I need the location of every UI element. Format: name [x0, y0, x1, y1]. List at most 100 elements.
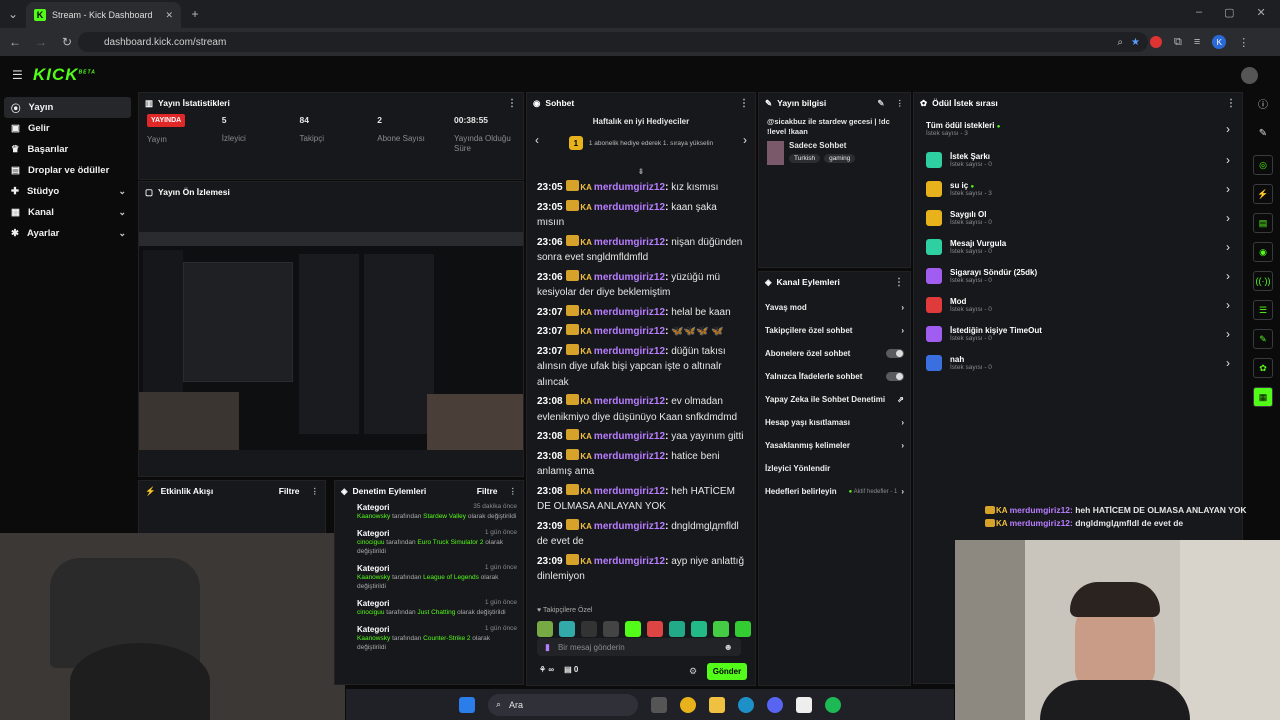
filter-button[interactable]: Filtre — [477, 486, 498, 496]
reward-item[interactable]: Mesajı Vurgula İstek sayısı - 0 › — [914, 232, 1242, 261]
chat-username[interactable]: merdumgiriz12 — [594, 272, 665, 283]
rail-rewards-icon[interactable]: ✿ — [1253, 358, 1273, 378]
task-view-icon[interactable] — [651, 696, 667, 713]
mod-user[interactable]: Kaanowsky — [357, 513, 390, 520]
extension-icon[interactable] — [1150, 36, 1162, 48]
tab-list-icon[interactable]: ⌄ — [6, 7, 20, 21]
bookmark-star-icon[interactable]: ★ — [1131, 37, 1140, 48]
rail-stats-icon[interactable]: ◎ — [1253, 155, 1273, 175]
sidebar-item-kanal[interactable]: ▦ Kanal ⌄ — [0, 202, 136, 223]
emoji-icon[interactable]: ☻ — [724, 642, 733, 652]
mod-user[interactable]: cinociguu — [357, 539, 384, 546]
emote-icon[interactable] — [669, 621, 685, 637]
mod-game[interactable]: Counter-Strike 2 — [423, 635, 470, 642]
points-icon[interactable]: ⚘ ∞ — [539, 665, 554, 674]
action-banned-words[interactable]: Yasaklanmış kelimeler › — [759, 434, 910, 457]
more-options-icon[interactable]: ⋮ — [509, 486, 518, 497]
stream-preview-video[interactable] — [139, 232, 523, 450]
chat-username[interactable]: merdumgiriz12 — [594, 556, 665, 567]
mod-user[interactable]: Kaanowsky — [357, 635, 390, 642]
rail-broadcast-icon[interactable]: ((·)) — [1253, 271, 1273, 291]
chat-username[interactable]: merdumgiriz12 — [594, 346, 665, 357]
mod-game[interactable]: Euro Truck Simulator 2 — [417, 539, 483, 546]
sidebar-item-droplar[interactable]: ▤ Droplar ve ödüller — [0, 160, 136, 181]
emote-icon[interactable] — [581, 621, 597, 637]
sidebar-item-basarilar[interactable]: ♛ Başarılar — [0, 139, 136, 160]
rail-activity-icon[interactable]: ⚡ — [1253, 184, 1273, 204]
mod-game[interactable]: Just Chatting — [417, 609, 455, 616]
send-button[interactable]: Gönder — [707, 663, 747, 680]
file-explorer-icon[interactable] — [709, 696, 725, 713]
chrome-icon[interactable] — [680, 696, 696, 713]
reload-icon[interactable]: ↻ — [60, 35, 74, 49]
emote-icon[interactable] — [537, 621, 553, 637]
emote-icon[interactable] — [735, 621, 751, 637]
edge-icon[interactable] — [738, 696, 754, 713]
chevron-right-icon[interactable]: › — [743, 133, 747, 147]
close-tab-icon[interactable]: ✕ — [165, 10, 173, 21]
chat-input[interactable]: ▮ Bir mesaj gönderin ☻ — [537, 638, 741, 656]
chat-username[interactable]: merdumgiriz12 — [594, 307, 665, 318]
kick-logo[interactable]: KICKBETA — [33, 65, 96, 85]
more-options-icon[interactable]: ⋮ — [894, 277, 904, 288]
maximize-icon[interactable]: ▢ — [1224, 6, 1234, 19]
mic-icon[interactable]: ▮ — [545, 642, 550, 653]
rail-wrench-icon[interactable]: ✎ — [1253, 329, 1273, 349]
rail-add-icon[interactable]: ▦ — [1253, 387, 1273, 407]
address-bar[interactable]: dashboard.kick.com/stream ⌕ ★ — [78, 32, 1148, 52]
chat-username[interactable]: merdumgiriz12 — [594, 182, 665, 193]
emote-icon[interactable] — [559, 621, 575, 637]
sidebar-item-ayarlar[interactable]: ✱ Ayarlar ⌄ — [0, 223, 136, 244]
reward-item[interactable]: Sigarayı Söndür (25dk) İstek sayısı - 0 › — [914, 261, 1242, 290]
reward-item[interactable]: Mod İstek sayısı - 0 › — [914, 290, 1242, 319]
action-slow-mode[interactable]: Yavaş mod › — [759, 296, 910, 319]
emote-icon[interactable] — [713, 621, 729, 637]
reward-item[interactable]: İstediğin kişiye TimeOut İstek sayısı - 0… — [914, 319, 1242, 348]
rail-notes-icon[interactable]: ▤ — [1253, 213, 1273, 233]
more-options-icon[interactable]: ⋮ — [1226, 98, 1236, 109]
chat-username[interactable]: merdumgiriz12 — [594, 396, 665, 407]
sidebar-item-yayin[interactable]: ⦿ Yayın — [4, 97, 131, 118]
more-options-icon[interactable]: ⋮ — [311, 486, 320, 497]
chat-username[interactable]: merdumgiriz12 — [594, 326, 665, 337]
chat-username[interactable]: merdumgiriz12 — [594, 451, 665, 462]
close-window-icon[interactable]: ✕ — [1257, 6, 1266, 19]
emote-icon[interactable] — [625, 621, 641, 637]
action-ai-moderation[interactable]: Yapay Zeka ile Sohbet Denetimi ⇗ — [759, 388, 910, 411]
spotify-icon[interactable] — [825, 696, 841, 713]
emote-icon[interactable] — [603, 621, 619, 637]
back-icon[interactable]: ← — [8, 35, 22, 49]
new-tab-icon[interactable]: + — [188, 7, 202, 21]
user-avatar[interactable] — [1241, 67, 1258, 84]
more-options-icon[interactable]: ⋮ — [739, 98, 749, 109]
chat-username[interactable]: merdumgiriz12 — [594, 431, 665, 442]
action-account-age[interactable]: Hesap yaşı kısıtlaması › — [759, 411, 910, 434]
hamburger-menu-icon[interactable]: ☰ — [12, 68, 23, 82]
rail-chat-icon[interactable]: ◉ — [1253, 242, 1273, 262]
menu-kebab-icon[interactable]: ⋮ — [1238, 36, 1249, 49]
chat-settings-icon[interactable]: ⚙ — [689, 666, 697, 677]
chevron-left-icon[interactable]: ‹ — [535, 133, 539, 147]
reward-item[interactable]: İstek Şarkı İstek sayısı - 0 › — [914, 145, 1242, 174]
document-icon[interactable] — [796, 696, 812, 713]
reward-all[interactable]: Tüm ödül istekleri ● İstek sayısı - 3 › — [914, 113, 1242, 145]
action-host[interactable]: İzleyici Yönlendir — [759, 457, 910, 480]
emote-icon[interactable] — [647, 621, 663, 637]
pencil-icon[interactable]: ✎ — [1259, 128, 1267, 139]
minimize-icon[interactable]: – — [1196, 6, 1202, 19]
media-icon[interactable]: ≡ — [1194, 36, 1200, 48]
browser-tab[interactable]: K Stream - Kick Dashboard ✕ — [26, 2, 181, 28]
emote-icon[interactable] — [691, 621, 707, 637]
chat-username[interactable]: merdumgiriz12 — [594, 521, 665, 532]
reward-item[interactable]: su iç ● İstek sayısı - 3 › — [914, 174, 1242, 203]
chat-username[interactable]: merdumgiriz12 — [594, 237, 665, 248]
gift-count[interactable]: ▤ 0 — [564, 665, 578, 674]
puzzle-icon[interactable]: ⧉ — [1174, 36, 1182, 49]
action-followers-chat[interactable]: Takipçilere özel sohbet › — [759, 319, 910, 342]
taskbar-search[interactable]: ⌕ Ara — [488, 693, 638, 716]
windows-start-icon[interactable] — [459, 696, 475, 713]
emote-only-toggle[interactable] — [886, 372, 904, 381]
mod-game[interactable]: Stardew Valley — [423, 513, 466, 520]
zoom-icon[interactable]: ⌕ — [1117, 37, 1123, 48]
profile-avatar[interactable]: K — [1212, 35, 1227, 49]
